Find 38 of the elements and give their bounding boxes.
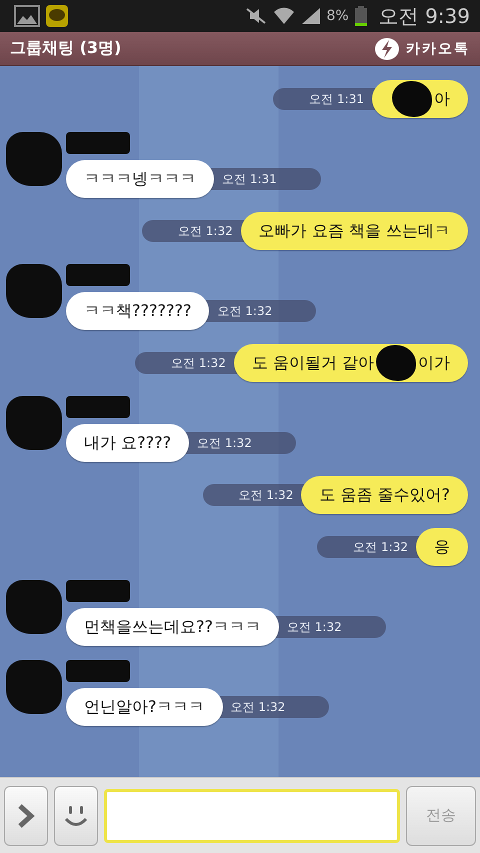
message-bubble: 도 움좀 줄수있어? <box>301 476 468 514</box>
redaction-mark <box>6 396 62 450</box>
message-bubble: 내가 요???? <box>66 424 190 462</box>
message-bubble: 오빠가 요즘 책을 쓰는데ㅋ <box>240 212 468 250</box>
brand-name: 카카오톡 <box>406 40 470 58</box>
redaction-mark <box>6 132 62 186</box>
emoticon-button[interactable] <box>54 786 98 846</box>
redaction-mark <box>376 345 416 381</box>
signal-icon <box>300 7 320 25</box>
redaction-mark <box>66 396 130 418</box>
redaction-mark <box>66 580 130 602</box>
redaction-mark <box>392 81 432 117</box>
message-bubble: ㅋㅋ책??????? <box>66 292 210 330</box>
chat-title: 그룹채팅 (3명) <box>10 38 122 59</box>
expand-button[interactable] <box>4 786 48 846</box>
message-bubble: 아 <box>372 80 468 118</box>
redaction-mark <box>66 660 130 682</box>
redaction-mark <box>6 264 62 318</box>
redaction-mark <box>6 580 62 634</box>
image-icon <box>14 5 40 27</box>
chat-app-icon <box>46 5 68 27</box>
wifi-icon <box>272 6 294 26</box>
clock: 오전 9:39 <box>378 2 470 30</box>
redaction-mark <box>6 660 62 714</box>
message-bubble: ㅋㅋㅋ넹ㅋㅋㅋ <box>66 160 214 198</box>
message-bubble: 언닌알아?ㅋㅋㅋ <box>66 688 222 726</box>
mute-icon <box>244 7 266 25</box>
redaction-mark <box>66 132 130 154</box>
battery-percent: 8% <box>326 8 349 24</box>
battery-icon <box>354 6 367 26</box>
send-button[interactable]: 전송 <box>406 786 476 846</box>
redaction-mark <box>66 264 130 286</box>
message-bubble: 도 움이될거 같아 이가 <box>234 344 468 382</box>
chevron-right-icon <box>16 802 36 828</box>
message-input[interactable] <box>104 788 400 842</box>
lightning-logo-icon <box>374 36 400 60</box>
message-bubble: 먼책을쓰는데요??ㅋㅋㅋ <box>66 608 279 646</box>
message-bubble: 응 <box>416 528 468 566</box>
